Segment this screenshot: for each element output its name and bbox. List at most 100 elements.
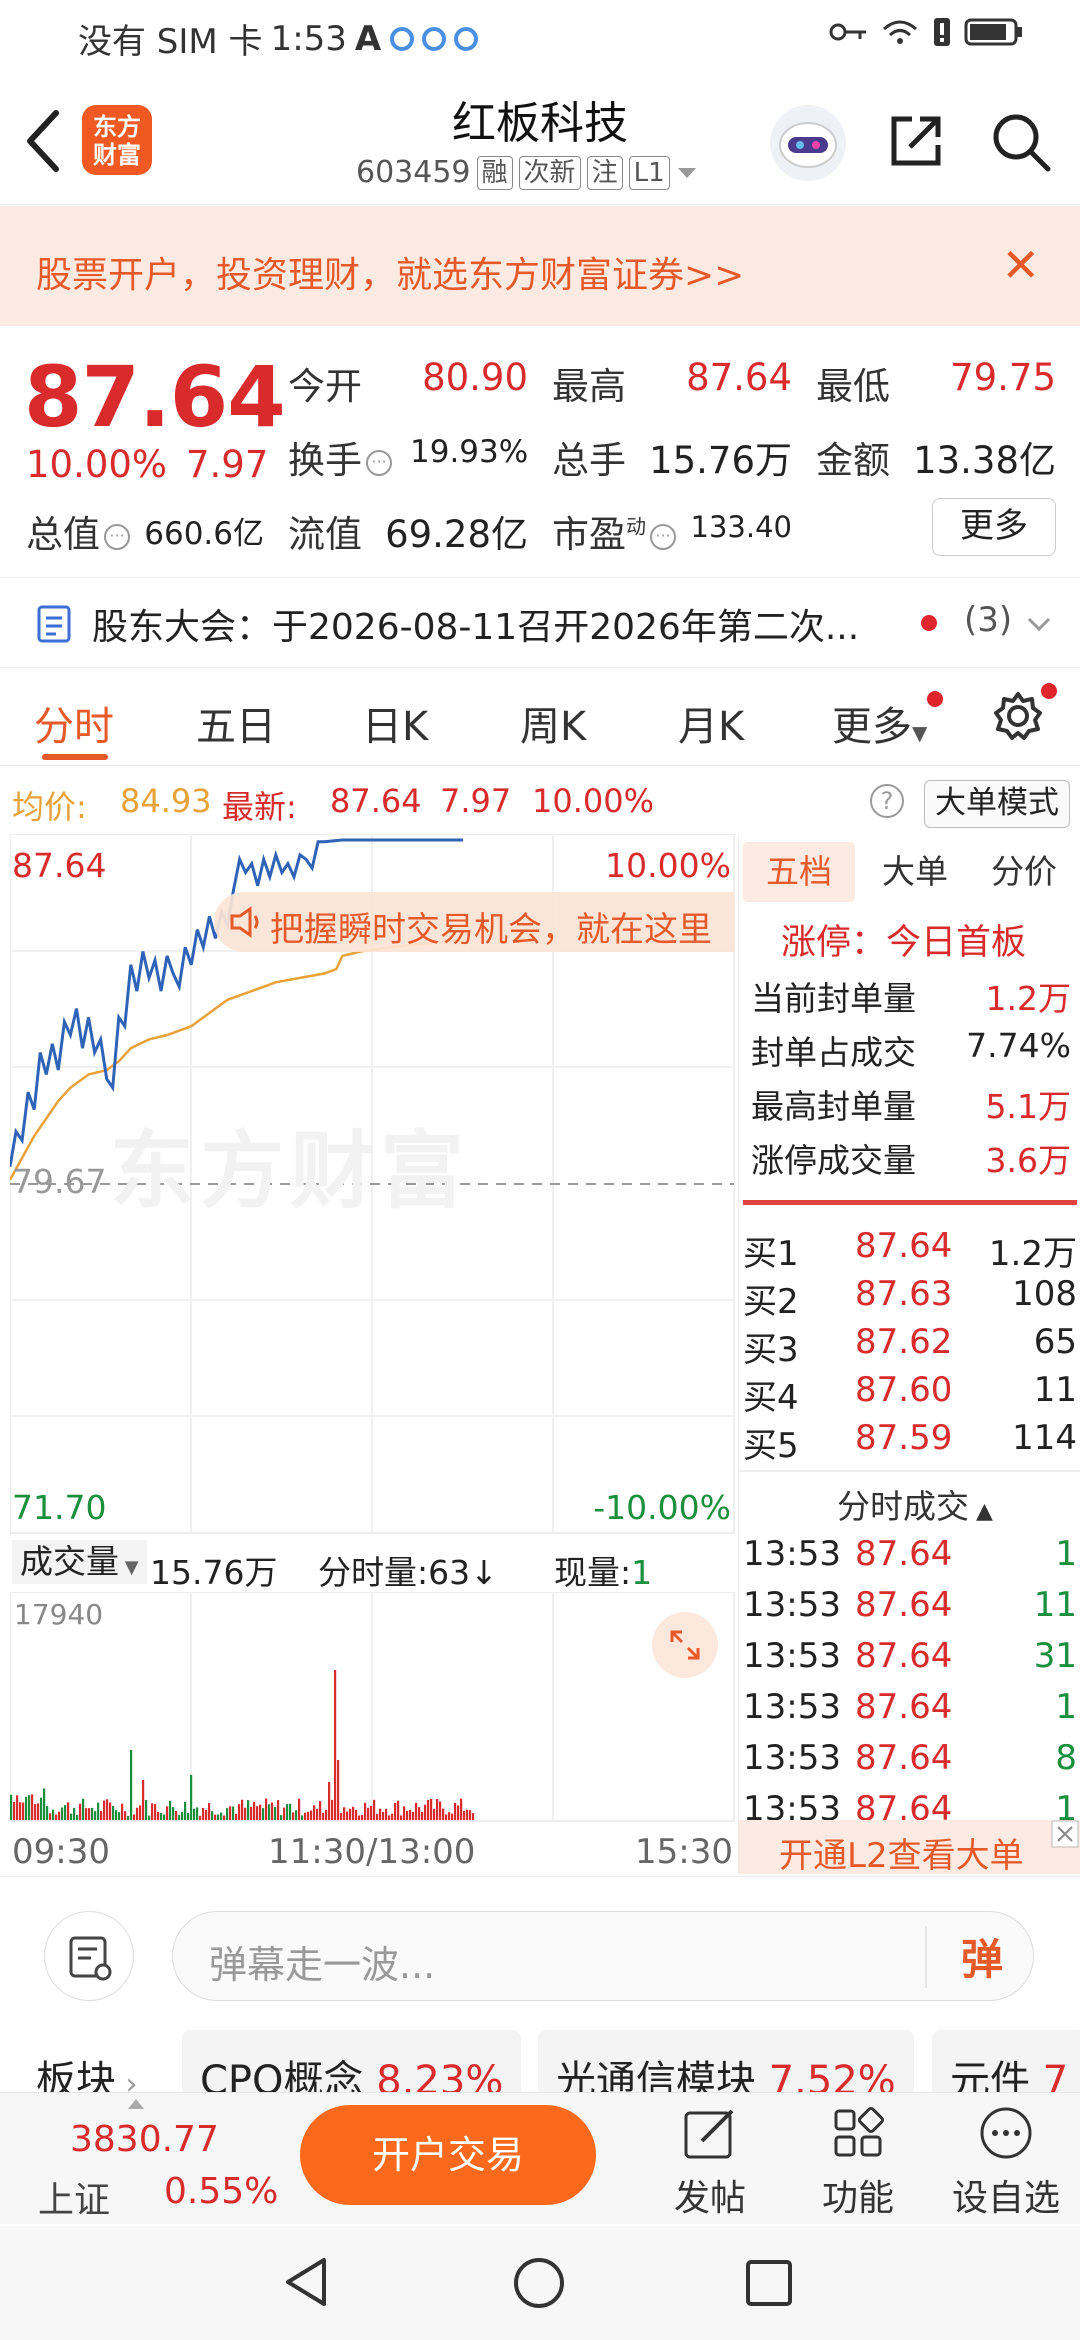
expand-button[interactable] bbox=[652, 1612, 718, 1678]
volume-bar bbox=[235, 1813, 238, 1820]
nav-home-icon[interactable] bbox=[512, 2256, 566, 2310]
search-icon[interactable] bbox=[990, 111, 1052, 173]
bid-row[interactable]: 买5 87.59 114 bbox=[743, 1418, 1077, 1467]
tab-five-day[interactable]: 五日 bbox=[196, 694, 276, 752]
system-nav-bar bbox=[0, 2226, 1080, 2340]
volume-bar bbox=[400, 1815, 403, 1820]
turnover-value: 19.93% bbox=[410, 434, 529, 470]
volume-bar bbox=[91, 1807, 94, 1820]
tab-monthly-k[interactable]: 月K bbox=[678, 694, 744, 752]
tab-intraday[interactable]: 分时 bbox=[34, 694, 114, 752]
volume-bar bbox=[202, 1807, 205, 1820]
bid-row[interactable]: 买1 87.64 1.2万 bbox=[743, 1226, 1077, 1275]
volume-total: 15.76万 bbox=[150, 1553, 278, 1592]
volume-bar bbox=[280, 1815, 283, 1820]
help-icon[interactable]: ? bbox=[870, 784, 904, 818]
volume-bar bbox=[409, 1809, 412, 1820]
index-change[interactable]: 0.55% bbox=[164, 2171, 278, 2212]
volume-bar bbox=[448, 1812, 451, 1820]
sector-label[interactable]: 板块 › bbox=[0, 2030, 156, 2092]
volume-bar bbox=[271, 1802, 274, 1820]
limit-up-status: 涨停：今日首板 bbox=[781, 923, 1027, 963]
close-icon[interactable]: ✕ bbox=[1001, 242, 1040, 288]
danmu-input[interactable]: 弹幕走一波... 弹 bbox=[172, 1911, 1034, 2001]
promo-banner[interactable]: 股票开户，投资理财，就选东方财富证券>> ✕ bbox=[0, 206, 1080, 326]
low-label: 最低 bbox=[816, 365, 890, 408]
robot-avatar[interactable] bbox=[770, 105, 846, 181]
volume-bar bbox=[94, 1811, 97, 1820]
sector-chip[interactable]: 元件 7 bbox=[932, 2030, 1080, 2092]
nav-back-icon[interactable] bbox=[282, 2256, 332, 2308]
promo-text[interactable]: 股票开户，投资理财，就选东方财富证券>> bbox=[36, 246, 744, 298]
comment-bar: 弹幕走一波... 弹 bbox=[0, 1876, 1080, 2026]
tab-big-order[interactable]: 大单 bbox=[865, 842, 965, 902]
post-button[interactable]: 发帖 bbox=[650, 2103, 770, 2221]
index-value[interactable]: 3830.77 bbox=[70, 2119, 219, 2160]
tab-weekly-k[interactable]: 周K bbox=[520, 694, 586, 752]
bid-row[interactable]: 买4 87.60 11 bbox=[743, 1370, 1077, 1419]
time-open: 09:30 bbox=[12, 1832, 110, 1872]
document-icon bbox=[37, 605, 71, 643]
index-name[interactable]: 上证 bbox=[38, 2171, 110, 2223]
share-icon[interactable] bbox=[886, 111, 946, 171]
tag-new: 次新 bbox=[518, 155, 581, 190]
open-account-trade-button[interactable]: 开户交易 bbox=[300, 2105, 596, 2205]
tick-row: 13:53 87.64 8 bbox=[743, 1738, 1077, 1778]
bid-row[interactable]: 买3 87.62 65 bbox=[743, 1322, 1077, 1371]
danmu-settings-button[interactable] bbox=[44, 1911, 134, 2001]
notice-count: (3) bbox=[964, 600, 1013, 640]
volume-bar bbox=[181, 1811, 184, 1820]
status-bar: 没有 SIM 卡 1:53 A bbox=[0, 0, 1080, 70]
tab-price-dist[interactable]: 分价 bbox=[969, 842, 1079, 902]
change-percent: 10.00% bbox=[26, 443, 168, 486]
volume-bar bbox=[55, 1814, 58, 1820]
big-order-mode-button[interactable]: 大单模式 bbox=[924, 780, 1070, 828]
bid-row[interactable]: 买2 87.63 108 bbox=[743, 1274, 1077, 1323]
volume-selector[interactable]: 成交量 ▼ bbox=[12, 1540, 147, 1584]
l2-close-icon[interactable] bbox=[1051, 1820, 1079, 1848]
tab-daily-k[interactable]: 日K bbox=[362, 694, 428, 752]
volume-bar bbox=[343, 1807, 346, 1820]
tab-more[interactable]: 更多▼ bbox=[832, 694, 927, 752]
more-button[interactable]: 更多 bbox=[932, 498, 1056, 556]
l2-banner[interactable]: 开通L2查看大单 bbox=[739, 1820, 1080, 1876]
volume-bar bbox=[265, 1798, 268, 1820]
volume-bar bbox=[316, 1808, 319, 1820]
tab-five-level[interactable]: 五档 bbox=[743, 842, 855, 902]
intraday-chart[interactable]: 东方财富 87.64 10.00% 79.67 71.70 -10.00% 把握… bbox=[10, 834, 735, 1534]
mcap-label[interactable]: 总值 ··· bbox=[26, 504, 134, 558]
volume-bar bbox=[439, 1801, 442, 1820]
volume-chart[interactable]: 17940 bbox=[10, 1592, 735, 1822]
sector-chip[interactable]: 光通信模块 7.52% bbox=[538, 2030, 914, 2092]
sector-chip[interactable]: CPO概念 8.23% bbox=[182, 2030, 522, 2092]
volume-header: 成交量 ▼ 15.76万 分时量:63↓ 现量:1 bbox=[10, 1534, 735, 1592]
danmu-send-button[interactable]: 弹 bbox=[961, 1926, 1003, 1987]
volume-bar bbox=[394, 1802, 397, 1820]
price-info-row: 均价: 84.93 最新: 87.64 7.97 10.00% ? 大单模式 bbox=[0, 770, 1080, 832]
nav-recents-icon[interactable] bbox=[744, 2258, 794, 2308]
volume-bar bbox=[310, 1810, 313, 1820]
volume-bar bbox=[46, 1806, 49, 1820]
pe-label[interactable]: 市盈动 ··· bbox=[552, 504, 680, 558]
alert-icon bbox=[934, 18, 950, 46]
high-label: 最高 bbox=[552, 365, 626, 408]
volume-bar bbox=[37, 1803, 40, 1820]
watermark: 东方财富 bbox=[110, 1122, 471, 1220]
volume-bar bbox=[355, 1810, 358, 1820]
gear-icon[interactable] bbox=[990, 688, 1046, 744]
dropdown-icon bbox=[677, 167, 696, 178]
notice-bar[interactable]: 股东大会：于2026-08-11召开2026年第二次... (3) bbox=[0, 580, 1080, 668]
stock-code-row[interactable]: 603459 融 次新 注 L1 bbox=[356, 155, 698, 190]
volume-bar bbox=[79, 1803, 82, 1820]
turnover-label[interactable]: 换手 ··· bbox=[288, 430, 396, 484]
volume-bar bbox=[259, 1804, 262, 1820]
volume-bar bbox=[382, 1812, 385, 1820]
open-label: 今开 bbox=[288, 365, 362, 408]
volume-bar bbox=[406, 1811, 409, 1820]
function-button[interactable]: 功能 bbox=[798, 2103, 918, 2221]
add-watchlist-button[interactable]: 设自选 bbox=[946, 2103, 1066, 2221]
ticks-title[interactable]: 分时成交 ▲ bbox=[837, 1480, 993, 1528]
danmu-separator bbox=[925, 1926, 927, 1988]
trade-toast[interactable]: 把握瞬时交易机会，就在这里 bbox=[214, 892, 734, 952]
volume-bar bbox=[214, 1814, 217, 1820]
